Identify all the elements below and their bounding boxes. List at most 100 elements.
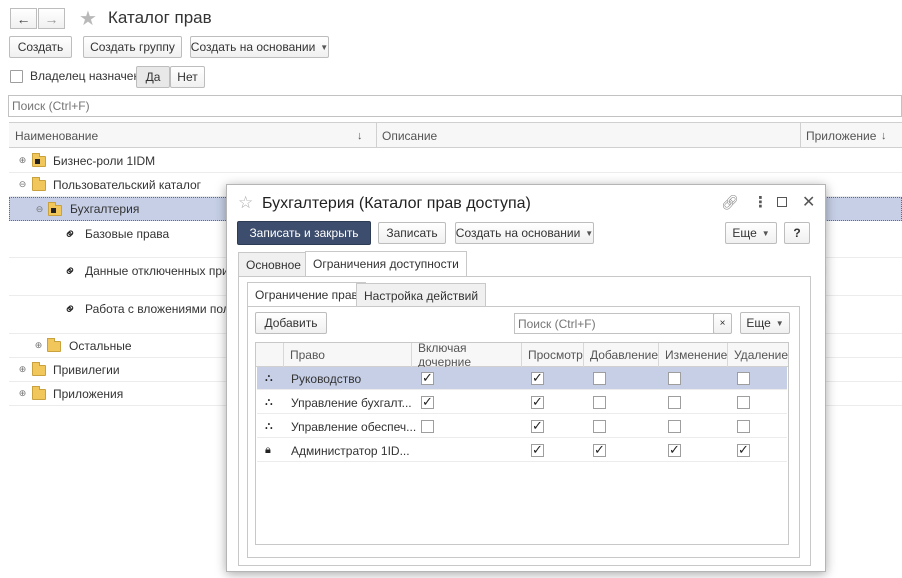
folder-icon	[32, 177, 46, 191]
folder-icon	[32, 362, 46, 376]
create-based-on-button[interactable]: Создать на основании ▼	[190, 36, 329, 58]
column-name-label: Наименование	[15, 128, 99, 143]
sort-arrow-icon: ↓	[357, 129, 363, 142]
dialog-title: Бухгалтерия (Каталог прав доступа)	[262, 195, 531, 212]
collapse-icon[interactable]: ⊖	[35, 205, 44, 214]
column-add[interactable]: Добавление	[584, 343, 659, 367]
more-button[interactable]: Еще ▼	[725, 222, 777, 244]
column-include-children[interactable]: Включая дочерние	[412, 341, 522, 369]
include-children-checkbox[interactable]	[421, 370, 434, 386]
view-checkbox[interactable]	[531, 394, 544, 410]
dropdown-arrow-icon: ▼	[761, 228, 770, 238]
hierarchy-icon: ⛬	[265, 396, 273, 408]
more-button[interactable]: Еще ▼	[740, 312, 790, 334]
tree-row-label: Пользовательский каталог	[53, 177, 202, 192]
tree-row-label: Привилегии	[53, 362, 120, 377]
include-children-checkbox[interactable]	[421, 394, 434, 410]
rights-row-name: Управление обеспеч...	[291, 419, 417, 434]
lock-icon: 🔒︎	[265, 444, 271, 456]
link-icon: ⚭	[60, 223, 82, 245]
expand-icon[interactable]: ⊕	[18, 156, 27, 165]
folder-icon	[48, 202, 62, 216]
tree-row-label: Бизнес-роли 1IDM	[53, 153, 156, 168]
rights-table: Право Включая дочерние Просмотр Добавлен…	[255, 341, 789, 545]
rights-row[interactable]: ⛬ Управление обеспеч...	[257, 415, 787, 438]
add-checkbox[interactable]	[593, 420, 606, 433]
sort-arrow-icon: ↓	[881, 129, 887, 142]
tree-row-label: Базовые права	[85, 227, 170, 241]
create-group-button[interactable]: Создать группу	[83, 36, 182, 58]
help-button[interactable]: ?	[784, 222, 810, 244]
add-checkbox[interactable]	[593, 372, 606, 385]
tree-row-label: Остальные	[69, 338, 132, 353]
owner-no-button[interactable]: Нет	[170, 66, 205, 88]
edit-checkbox[interactable]	[668, 420, 681, 433]
folder-icon	[47, 338, 61, 352]
rights-row-name: Руководство	[291, 371, 362, 386]
link-icon[interactable]: 🔗︎	[721, 194, 739, 211]
arrow-right-icon: →	[44, 10, 59, 27]
expand-icon[interactable]: ⊕	[18, 389, 27, 398]
save-and-close-button[interactable]: Записать и закрыть	[237, 221, 371, 245]
owner-filter-checkbox[interactable]	[10, 70, 23, 83]
column-description-header[interactable]: Описание	[376, 123, 800, 148]
rights-row-name: Администратор 1ID...	[291, 443, 410, 458]
tab-availability-restrictions[interactable]: Ограничения доступности	[305, 251, 467, 276]
create-based-on-button[interactable]: Создать на основании ▼	[455, 222, 594, 244]
folder-icon	[32, 386, 46, 400]
add-checkbox[interactable]	[593, 442, 606, 458]
column-view[interactable]: Просмотр	[522, 343, 584, 367]
create-based-on-label: Создать на основании	[190, 40, 316, 54]
collapse-icon[interactable]: ⊖	[18, 180, 27, 189]
favorite-star-icon[interactable]: ★	[79, 6, 97, 31]
back-button[interactable]: ←	[10, 8, 37, 29]
forward-button[interactable]: →	[38, 8, 65, 29]
column-delete[interactable]: Удаление	[728, 343, 788, 367]
favorite-star-icon[interactable]: ☆	[238, 193, 253, 213]
expand-icon[interactable]: ⊕	[34, 341, 43, 350]
tree-row[interactable]: ⊕ Бизнес-роли 1IDM	[9, 149, 902, 173]
access-catalog-dialog: ☆ Бухгалтерия (Каталог прав доступа) 🔗︎ …	[226, 184, 826, 572]
edit-checkbox[interactable]	[668, 396, 681, 409]
clear-search-button[interactable]: ×	[713, 313, 732, 334]
column-name-header[interactable]: Наименование ↓	[9, 123, 376, 148]
delete-checkbox[interactable]	[737, 442, 750, 458]
more-vertical-icon[interactable]: ⋮	[753, 193, 768, 211]
delete-checkbox[interactable]	[737, 396, 750, 409]
edit-checkbox[interactable]	[668, 442, 681, 458]
owner-yes-button[interactable]: Да	[136, 66, 170, 88]
tree-row-label: Данные отключенных прило	[85, 264, 243, 278]
expand-icon[interactable]: ⊕	[18, 365, 27, 374]
close-icon[interactable]: ✕	[802, 192, 815, 212]
dialog-search-input[interactable]	[514, 313, 714, 334]
add-button[interactable]: Добавить	[255, 312, 327, 334]
delete-checkbox[interactable]	[737, 372, 750, 385]
owner-filter-label: Владелец назначен:	[30, 69, 144, 83]
column-right[interactable]: Право	[284, 343, 412, 367]
view-checkbox[interactable]	[531, 442, 544, 458]
tab-action-settings[interactable]: Настройка действий	[356, 283, 487, 307]
view-checkbox[interactable]	[531, 418, 544, 434]
column-application-header[interactable]: Приложение ↓	[800, 123, 900, 148]
add-checkbox[interactable]	[593, 396, 606, 409]
hierarchy-icon: ⛬	[265, 372, 273, 384]
tree-row-label: Работа с вложениями полны	[85, 302, 246, 316]
search-input[interactable]	[8, 95, 902, 117]
rights-row[interactable]: ⛬ Руководство	[257, 367, 787, 390]
create-button[interactable]: Создать	[9, 36, 72, 58]
delete-checkbox[interactable]	[737, 420, 750, 433]
tab-rights-restriction[interactable]: Ограничение прав	[247, 282, 366, 307]
tab-main[interactable]: Основное	[238, 252, 309, 276]
arrow-left-icon: ←	[16, 10, 31, 27]
view-checkbox[interactable]	[531, 370, 544, 386]
dropdown-arrow-icon: ▼	[585, 228, 594, 238]
rights-row[interactable]: ⛬ Управление бухгалт...	[257, 391, 787, 414]
edit-checkbox[interactable]	[668, 372, 681, 385]
maximize-icon[interactable]	[777, 197, 787, 207]
link-icon: ⚭	[60, 298, 82, 320]
rights-row[interactable]: 🔒︎ Администратор 1ID...	[257, 439, 787, 462]
include-children-checkbox[interactable]	[421, 420, 434, 433]
save-button[interactable]: Записать	[378, 222, 446, 244]
column-edit[interactable]: Изменение	[659, 343, 728, 367]
more-label: Еще	[746, 316, 771, 330]
